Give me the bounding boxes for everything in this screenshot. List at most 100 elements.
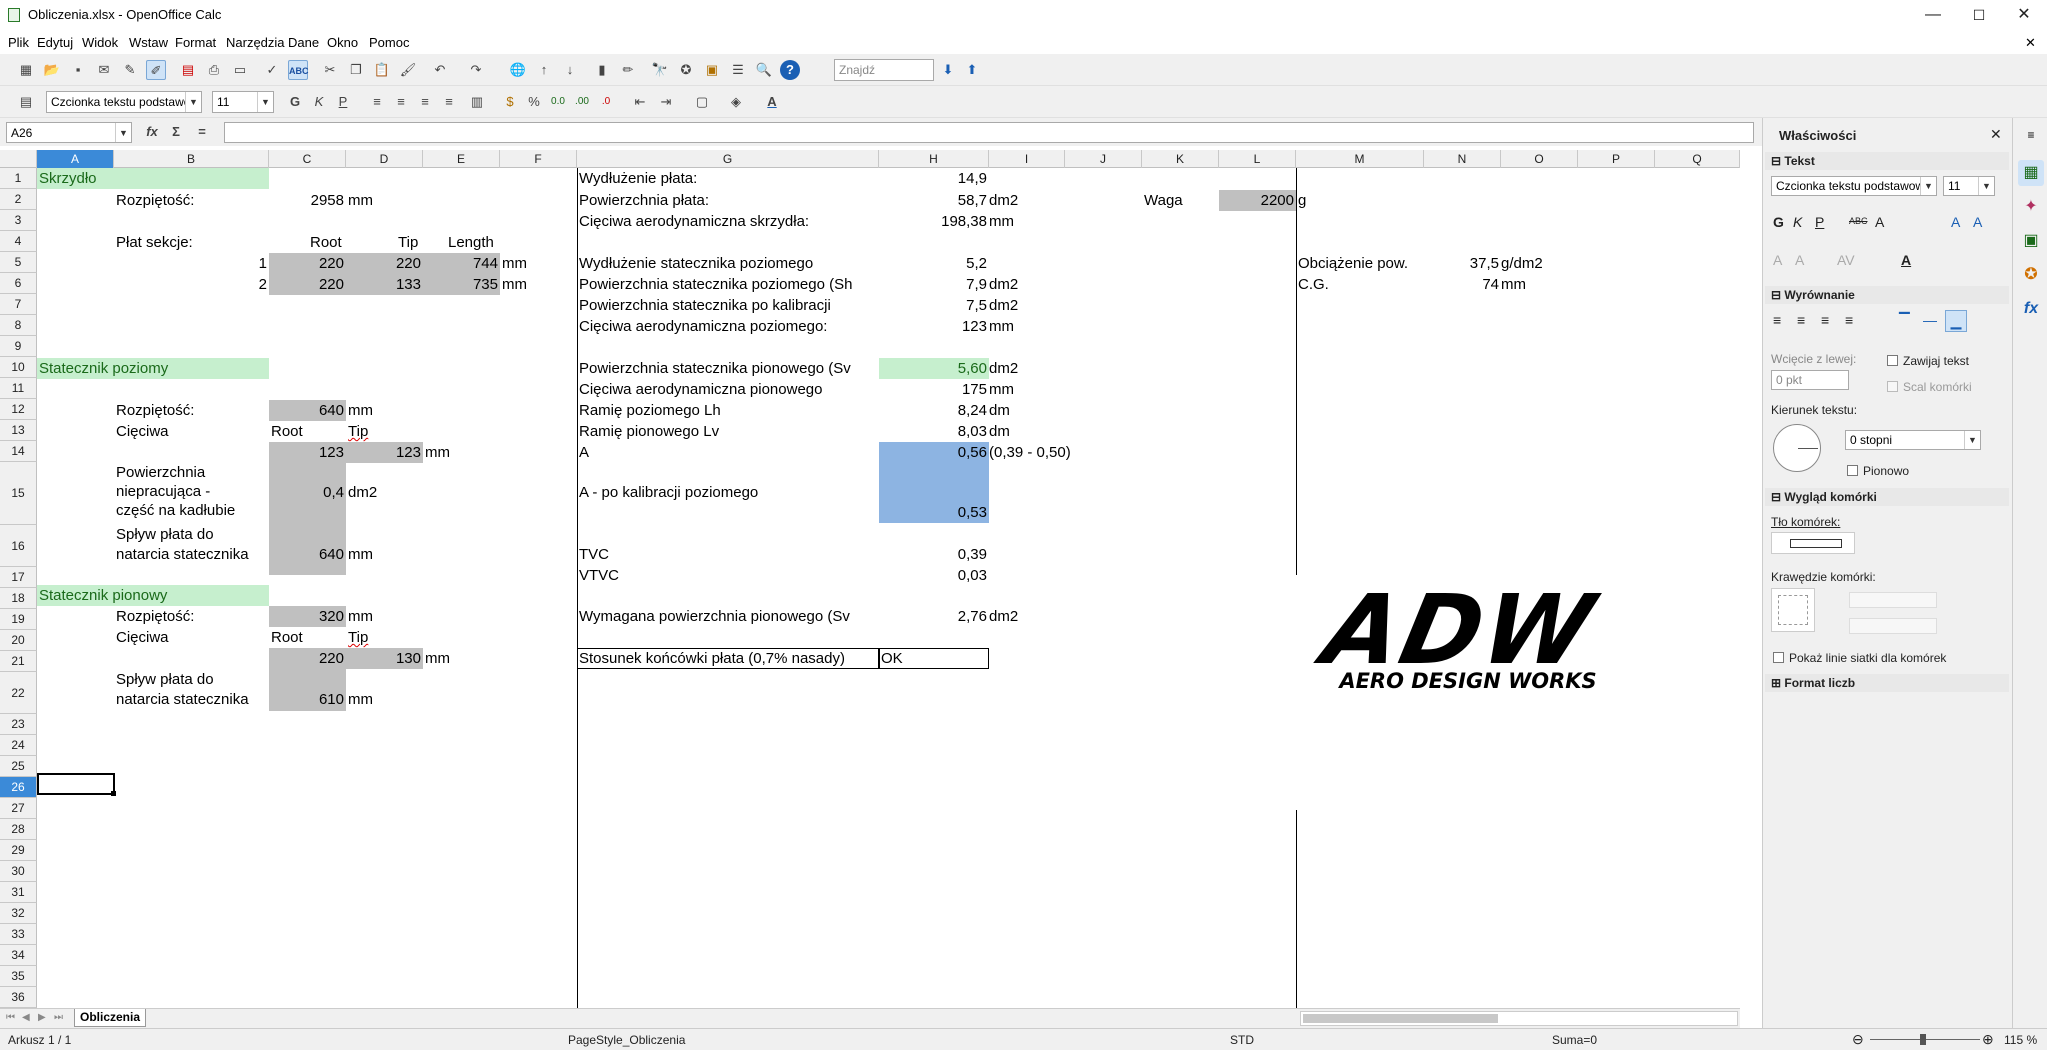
cell-c15[interactable]: 0,4 bbox=[269, 482, 344, 503]
cell-h14[interactable]: 0,56 bbox=[879, 442, 987, 463]
cell-g19[interactable]: Wymagana powierzchnia pionowego (Sv bbox=[579, 606, 879, 627]
row-header[interactable]: 7 bbox=[0, 294, 37, 315]
cell-c22[interactable]: 610 bbox=[269, 689, 344, 710]
cell-i11[interactable]: mm bbox=[989, 379, 1014, 400]
cell-h12[interactable]: 8,24 bbox=[879, 400, 987, 421]
cell-c16[interactable]: 640 bbox=[269, 544, 344, 565]
row-header[interactable]: 36 bbox=[0, 987, 37, 1008]
status-pagestyle[interactable]: PageStyle_Obliczenia bbox=[568, 1033, 685, 1047]
cell-e21[interactable]: mm bbox=[425, 648, 450, 669]
column-header[interactable]: I bbox=[989, 150, 1065, 168]
sidebar-italic-icon[interactable]: K bbox=[1793, 214, 1802, 230]
cell-h10[interactable]: 5,60 bbox=[879, 358, 987, 379]
number-format-icon[interactable]: 0.0 bbox=[548, 92, 568, 112]
sidebar-superscript-icon[interactable]: A bbox=[1773, 252, 1782, 268]
undo-icon[interactable]: ↶ bbox=[430, 60, 450, 80]
cell-h17[interactable]: 0,03 bbox=[879, 565, 987, 586]
row-header[interactable]: 17 bbox=[0, 567, 37, 588]
cell-b13[interactable]: Cięciwa bbox=[116, 421, 169, 442]
cell-d13[interactable]: Tip bbox=[348, 421, 368, 442]
column-header[interactable]: K bbox=[1142, 150, 1219, 168]
align-left-icon[interactable]: ≡ bbox=[367, 92, 387, 112]
menu-okno[interactable]: Okno bbox=[327, 35, 358, 50]
justify-icon[interactable]: ≡ bbox=[439, 92, 459, 112]
column-header[interactable]: N bbox=[1424, 150, 1501, 168]
percent-icon[interactable]: % bbox=[524, 92, 544, 112]
prev-sheet-icon[interactable]: ◀ bbox=[22, 1012, 30, 1023]
cell-b5[interactable]: 1 bbox=[114, 253, 267, 274]
sidebar-align-middle-icon[interactable]: ― bbox=[1923, 312, 1937, 328]
find-replace-icon[interactable]: 🔭 bbox=[650, 60, 670, 80]
row-header[interactable]: 34 bbox=[0, 945, 37, 966]
column-header[interactable]: E bbox=[423, 150, 500, 168]
row-header[interactable]: 19 bbox=[0, 609, 37, 630]
gallery-icon[interactable]: ▣ bbox=[702, 60, 722, 80]
cell-i10[interactable]: dm2 bbox=[989, 358, 1018, 379]
sidebar-indent-input[interactable]: 0 pkt bbox=[1771, 370, 1849, 390]
cell-d14[interactable]: 123 bbox=[346, 442, 421, 463]
sidebar-shrink-font-icon[interactable]: A bbox=[1973, 214, 1982, 230]
export-pdf-icon[interactable]: ▤ bbox=[178, 60, 198, 80]
copy-icon[interactable]: ❐ bbox=[346, 60, 366, 80]
column-header[interactable]: J bbox=[1065, 150, 1142, 168]
spellcheck-icon[interactable]: ✓ bbox=[262, 60, 282, 80]
wrap-text-checkbox[interactable] bbox=[1887, 355, 1898, 366]
sort-descending-icon[interactable]: ↓ bbox=[560, 60, 580, 80]
cell-h5[interactable]: 5,2 bbox=[879, 253, 987, 274]
status-mode[interactable]: STD bbox=[1230, 1033, 1254, 1047]
menu-edytuj[interactable]: Edytuj bbox=[37, 35, 73, 50]
maximize-button[interactable]: ☐ bbox=[1956, 0, 2002, 30]
column-header[interactable]: H bbox=[879, 150, 989, 168]
zoom-icon[interactable]: 🔍 bbox=[754, 60, 774, 80]
help-icon[interactable]: ? bbox=[780, 60, 800, 80]
menu-plik[interactable]: Plik bbox=[8, 35, 29, 50]
close-icon[interactable]: ✕ bbox=[1990, 126, 2002, 143]
cell-g1[interactable]: Wydłużenie płata: bbox=[579, 168, 697, 189]
sidebar-align-center-icon[interactable]: ≡ bbox=[1797, 312, 1805, 328]
cell-g5[interactable]: Wydłużenie statecznika poziomego bbox=[579, 253, 813, 274]
cut-icon[interactable]: ✂ bbox=[320, 60, 340, 80]
zoom-in-icon[interactable]: ⊕ bbox=[1982, 1031, 1994, 1048]
cell-c13[interactable]: Root bbox=[271, 421, 303, 442]
cell-b15[interactable]: Powierzchnia niepracująca - część na kadłu… bbox=[116, 463, 235, 520]
cell-c4[interactable]: Root bbox=[310, 232, 342, 253]
sidebar-font-size[interactable]: 11 ▼ bbox=[1943, 176, 1995, 196]
cell-g17[interactable]: VTVC bbox=[579, 565, 619, 586]
find-input[interactable]: Znajdź bbox=[834, 59, 934, 81]
cell-i14[interactable]: (0,39 - 0,50) bbox=[989, 442, 1071, 463]
cell-g12[interactable]: Ramię poziomego Lh bbox=[579, 400, 721, 421]
menu-format[interactable]: Format bbox=[175, 35, 216, 50]
column-header[interactable]: O bbox=[1501, 150, 1578, 168]
chevron-down-icon[interactable]: ▼ bbox=[1964, 431, 1980, 449]
document-close-button[interactable]: ✕ bbox=[2025, 35, 2036, 51]
menu-wstaw[interactable]: Wstaw bbox=[129, 35, 168, 50]
row-header[interactable]: 13 bbox=[0, 420, 37, 441]
row-header[interactable]: 18 bbox=[0, 588, 37, 609]
cell-d4[interactable]: Tip bbox=[398, 232, 418, 253]
row-header[interactable]: 16 bbox=[0, 525, 37, 567]
close-button[interactable]: ✕ bbox=[2001, 0, 2047, 30]
background-color-icon[interactable]: ◈ bbox=[726, 92, 746, 112]
cell-b12[interactable]: Rozpiętość: bbox=[116, 400, 194, 421]
cell-a1[interactable]: Skrzydło bbox=[39, 168, 97, 189]
cell-g21[interactable]: Stosunek końcówki płata (0,7% nasady) bbox=[579, 648, 845, 669]
row-header[interactable]: 31 bbox=[0, 882, 37, 903]
row-header[interactable]: 2 bbox=[0, 189, 37, 210]
cell-a10[interactable]: Statecznik poziomy bbox=[39, 358, 168, 379]
row-header[interactable]: 28 bbox=[0, 819, 37, 840]
merge-cells-checkbox[interactable] bbox=[1887, 381, 1898, 392]
row-header[interactable]: 32 bbox=[0, 903, 37, 924]
row-header[interactable]: 15 bbox=[0, 462, 37, 525]
sidebar-underline-icon[interactable]: P bbox=[1815, 214, 1824, 230]
cell-background-picker[interactable] bbox=[1771, 532, 1855, 554]
cell-b6[interactable]: 2 bbox=[114, 274, 267, 295]
column-header[interactable]: F bbox=[500, 150, 577, 168]
column-header[interactable]: B bbox=[114, 150, 269, 168]
edit-file-icon[interactable]: ✎ bbox=[120, 60, 140, 80]
data-sources-icon[interactable]: ☰ bbox=[728, 60, 748, 80]
cell-c21[interactable]: 220 bbox=[269, 648, 344, 669]
text-rotation-combo[interactable]: 0 stopni ▼ bbox=[1845, 430, 1981, 450]
sidebar-bold-icon[interactable]: G bbox=[1773, 214, 1784, 230]
active-cell-cursor[interactable] bbox=[37, 773, 115, 795]
row-header[interactable]: 4 bbox=[0, 231, 37, 252]
